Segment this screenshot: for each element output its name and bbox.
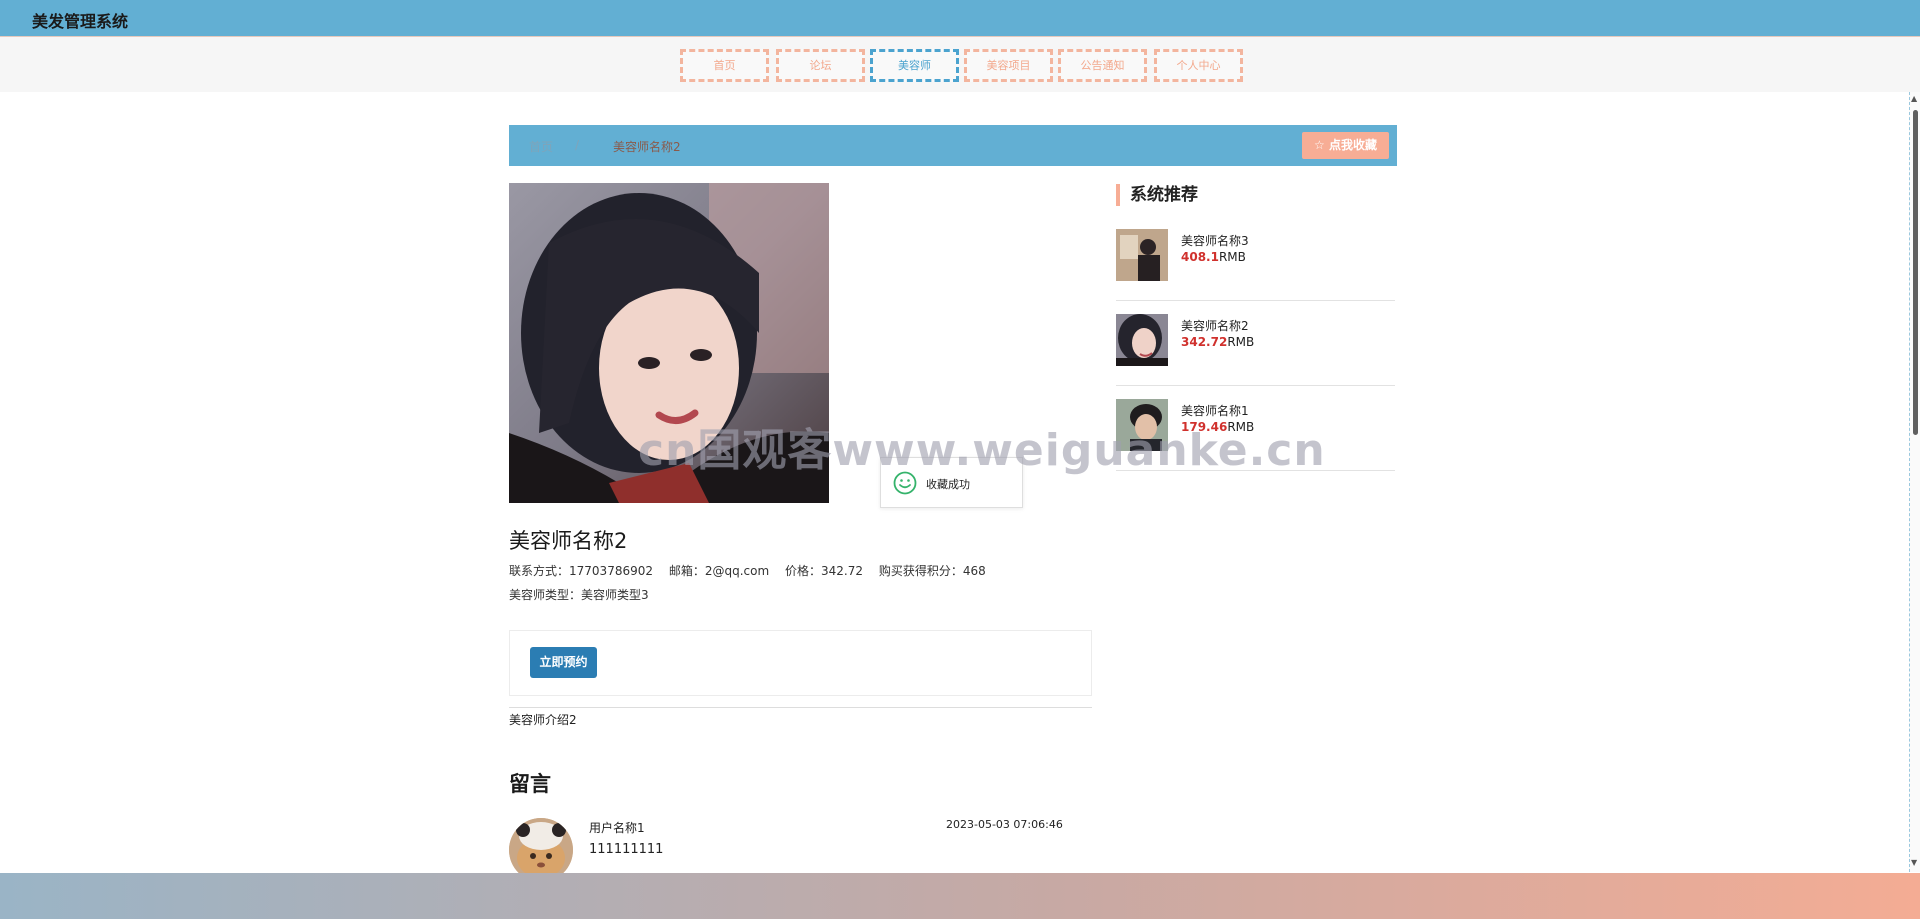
breadcrumb-separator: / — [575, 138, 580, 152]
email-info: 邮箱：2@qq.com — [669, 564, 769, 578]
recommend-currency: RMB — [1218, 250, 1246, 264]
book-now-button[interactable]: 立即预约 — [530, 647, 597, 678]
email-value: 2@qq.com — [704, 564, 770, 578]
top-header: 美发管理系统 — [0, 0, 1920, 36]
price-value: 342.72 — [821, 564, 863, 578]
recommend-name[interactable]: 美容师名称2 — [1181, 317, 1249, 334]
comment-text: 111111111 — [589, 842, 664, 857]
nav-item-projects[interactable]: 美容项目 — [964, 49, 1053, 82]
comment-timestamp: 2023-05-03 07:06:46 — [946, 818, 1063, 831]
breadcrumb: 首页 / 美容师名称2 ☆ 点我收藏 — [509, 125, 1397, 166]
nav-item-profile[interactable]: 个人中心 — [1154, 49, 1243, 82]
recommend-price-value: 342.72 — [1181, 335, 1228, 349]
nav-item-home[interactable]: 首页 — [680, 49, 769, 82]
breadcrumb-current: 美容师名称2 — [613, 140, 681, 154]
app-title: 美发管理系统 — [32, 12, 129, 31]
nav-item-beauticians[interactable]: 美容师 — [870, 49, 959, 82]
section-divider — [509, 707, 1092, 708]
favorite-button[interactable]: ☆ 点我收藏 — [1302, 132, 1389, 159]
email-label: 邮箱： — [668, 564, 705, 578]
recommend-image — [1116, 229, 1168, 281]
recommend-price: 342.72RMB — [1181, 335, 1254, 349]
booking-panel: 立即预约 — [509, 630, 1092, 696]
toast-message: 收藏成功 — [926, 478, 970, 491]
beautician-type-row: 美容师类型：美容师类型3 — [509, 586, 649, 603]
type-value: 美容师类型3 — [581, 588, 649, 602]
beautician-intro: 美容师介绍2 — [509, 713, 577, 727]
type-label: 美容师类型： — [509, 588, 582, 602]
recommend-image — [1116, 314, 1168, 366]
nav-item-notices[interactable]: 公告通知 — [1058, 49, 1147, 82]
contact-label: 联系方式： — [509, 564, 570, 578]
recommend-item[interactable]: 美容师名称2 342.72RMB — [1116, 301, 1395, 386]
recommend-name[interactable]: 美容师名称3 — [1181, 232, 1249, 249]
vertical-scrollbar[interactable]: ▲ ▼ — [1909, 92, 1920, 872]
sidebar-title: 系统推荐 — [1116, 184, 1198, 206]
points-value: 468 — [962, 564, 986, 578]
recommend-price-value: 408.1 — [1181, 250, 1219, 264]
watermark: cn国观客www.weiguanke.cn — [638, 425, 1326, 476]
comment-username: 用户名称1 — [589, 821, 645, 835]
scroll-down-icon[interactable]: ▼ — [1911, 858, 1917, 867]
points-info: 购买获得积分：468 — [879, 564, 986, 578]
contact-value: 17703786902 — [569, 564, 653, 578]
recommend-thumbnail[interactable] — [1116, 229, 1168, 281]
recommend-currency: RMB — [1227, 335, 1255, 349]
points-label: 购买获得积分： — [878, 564, 963, 578]
recommend-price: 408.1RMB — [1181, 250, 1246, 264]
breadcrumb-home-link[interactable]: 首页 — [529, 138, 553, 155]
footer-bar — [0, 873, 1920, 919]
recommend-item[interactable]: 美容师名称3 408.1RMB — [1116, 216, 1395, 301]
beautician-info-row: 联系方式：17703786902 邮箱：2@qq.com 价格：342.72 购… — [509, 562, 998, 579]
contact-info: 联系方式：17703786902 — [509, 564, 653, 578]
comments-heading: 留言 — [509, 772, 551, 796]
scroll-up-icon[interactable]: ▲ — [1911, 94, 1917, 103]
scrollbar-thumb[interactable] — [1913, 110, 1918, 435]
nav-item-forum[interactable]: 论坛 — [776, 49, 865, 82]
price-info: 价格：342.72 — [785, 564, 863, 578]
main-nav: 首页 论坛 美容师 美容项目 公告通知 个人中心 — [0, 36, 1920, 92]
beautician-name: 美容师名称2 — [509, 529, 628, 553]
recommend-thumbnail[interactable] — [1116, 314, 1168, 366]
price-label: 价格： — [784, 564, 821, 578]
